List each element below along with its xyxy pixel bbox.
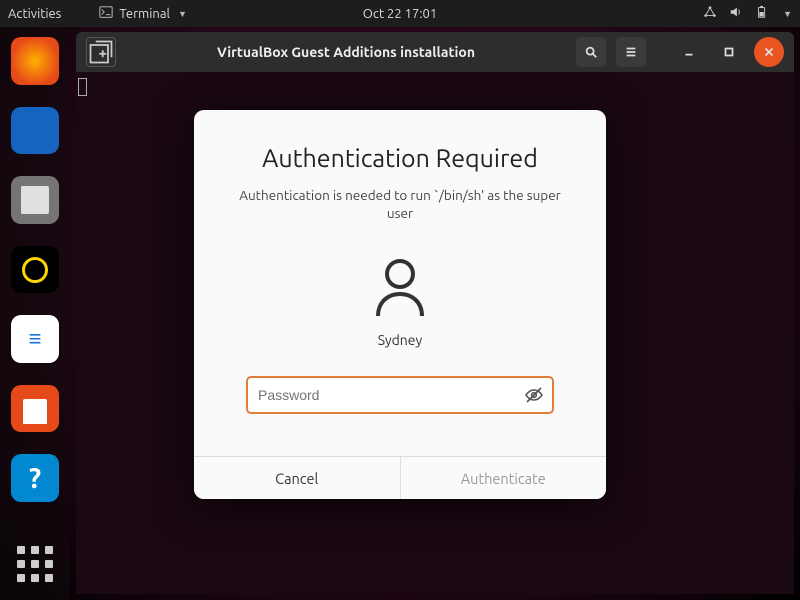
text-cursor	[78, 78, 87, 96]
hamburger-menu-button[interactable]	[616, 37, 646, 67]
user-identity: Sydney	[372, 258, 428, 348]
dialog-title: Authentication Required	[262, 144, 538, 172]
dock-app-rhythmbox[interactable]	[11, 246, 59, 294]
dock-app-help[interactable]: ?	[11, 454, 59, 502]
dock-app-thunderbird[interactable]	[11, 107, 59, 155]
terminal-window-header: VirtualBox Guest Additions installation	[76, 32, 794, 72]
dock-app-software[interactable]	[11, 385, 59, 433]
dock: ≡ ?	[0, 27, 70, 600]
close-button[interactable]	[754, 37, 784, 67]
password-input[interactable]	[246, 376, 554, 414]
app-menu-label[interactable]: Terminal	[119, 7, 170, 21]
cancel-button[interactable]: Cancel	[194, 457, 401, 499]
activities-button[interactable]: Activities	[8, 7, 61, 21]
reveal-password-icon[interactable]	[524, 385, 544, 405]
chevron-down-icon[interactable]: ▼	[783, 9, 792, 19]
user-avatar-icon	[372, 258, 428, 322]
volume-icon[interactable]	[729, 5, 743, 22]
terminal-icon	[99, 5, 113, 22]
battery-icon[interactable]	[755, 5, 769, 22]
authenticate-button[interactable]: Authenticate	[401, 457, 607, 499]
dock-app-firefox[interactable]	[11, 37, 59, 85]
gnome-topbar: Activities Terminal ▼ Oct 22 17:01 ▼	[0, 0, 800, 27]
username-label: Sydney	[378, 332, 423, 348]
network-icon[interactable]	[703, 5, 717, 22]
authentication-dialog: Authentication Required Authentication i…	[194, 110, 606, 499]
show-applications-button[interactable]	[17, 546, 53, 582]
chevron-down-icon: ▼	[178, 9, 187, 19]
minimize-button[interactable]	[674, 37, 704, 67]
search-button[interactable]	[576, 37, 606, 67]
dialog-message: Authentication is needed to run `/bin/sh…	[194, 186, 606, 222]
window-title: VirtualBox Guest Additions installation	[126, 44, 566, 60]
clock[interactable]: Oct 22 17:01	[363, 7, 437, 21]
new-tab-button[interactable]	[86, 37, 116, 67]
dock-app-files[interactable]	[11, 176, 59, 224]
dialog-button-row: Cancel Authenticate	[194, 456, 606, 499]
maximize-button[interactable]	[714, 37, 744, 67]
dock-app-libreoffice-writer[interactable]: ≡	[11, 315, 59, 363]
